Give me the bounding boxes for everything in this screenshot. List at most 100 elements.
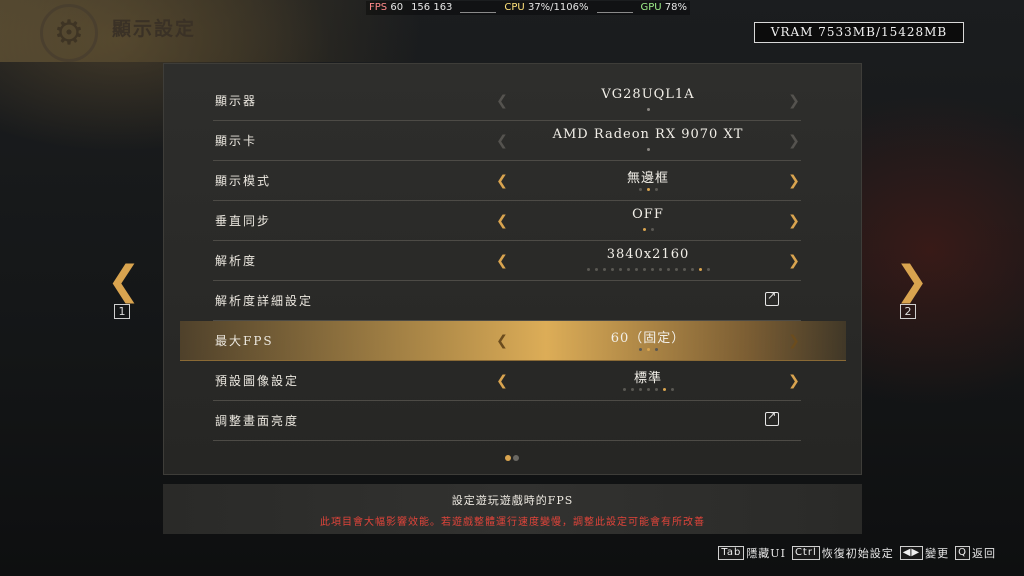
option-dot (654, 388, 658, 391)
hint-item[interactable]: ◀▶ 變更 (899, 545, 950, 561)
gear-icon: ⚙ (40, 4, 98, 62)
setting-value: VG28UQL1A (601, 87, 695, 102)
key-badge: Tab (718, 546, 745, 560)
hint-label: 變更 (925, 547, 950, 560)
decrease-arrow-icon[interactable]: ❮ (495, 93, 509, 109)
setting-label: 顯示卡 (215, 134, 258, 148)
option-dot (646, 388, 650, 391)
description-text: 設定遊玩遊戲時的FPS (451, 494, 574, 507)
vram-usage-box: VRAM 7533MB/15428MB (754, 22, 964, 43)
decrease-arrow-icon[interactable]: ❮ (495, 253, 509, 269)
option-dot (594, 268, 598, 271)
frametime-graph (460, 3, 497, 13)
option-dot (674, 268, 678, 271)
decrease-arrow-icon[interactable]: ❮ (495, 213, 509, 229)
option-dot (586, 268, 590, 271)
decrease-arrow-icon[interactable]: ❮ (495, 373, 509, 389)
option-dot (626, 268, 630, 271)
setting-value: 60（固定） (610, 331, 686, 346)
option-dot (646, 108, 650, 111)
setting-value: 標準 (633, 371, 662, 386)
setting-label: 解析度詳細設定 (215, 294, 314, 308)
setting-value: 無邊框 (626, 171, 669, 186)
description-box: 設定遊玩遊戲時的FPS 此項目會大幅影響效能。若遊戲整體運行速度變慢，調整此設定… (163, 484, 862, 534)
setting-label: 預設圖像設定 (215, 374, 300, 388)
setting-row[interactable]: 顯示模式 ❮ ❯ 無邊框 (213, 161, 801, 201)
cpu-graph (596, 3, 633, 13)
option-dot (682, 268, 686, 271)
option-dot (646, 148, 650, 151)
increase-arrow-icon[interactable]: ❯ (787, 93, 801, 109)
increase-arrow-icon[interactable]: ❯ (787, 373, 801, 389)
option-dot (646, 348, 650, 351)
option-dot (638, 348, 642, 351)
option-dot (650, 228, 654, 231)
option-dot (654, 348, 658, 351)
hint-item[interactable]: Q 返回 (955, 545, 996, 561)
increase-arrow-icon[interactable]: ❯ (787, 333, 801, 349)
frametime-readout: 156 163 (411, 2, 453, 13)
option-dot (610, 268, 614, 271)
decrease-arrow-icon[interactable]: ❮ (495, 173, 509, 189)
open-external-icon[interactable] (765, 409, 779, 426)
option-dot (602, 268, 606, 271)
setting-row[interactable]: 顯示卡 ❮ ❯ AMD Radeon RX 9070 XT (213, 121, 801, 161)
setting-label: 調整畫面亮度 (215, 414, 300, 428)
setting-value: 3840x2160 (606, 247, 690, 262)
option-dots (509, 268, 787, 271)
setting-label: 顯示器 (215, 94, 258, 108)
option-dot (642, 228, 646, 231)
prev-page-arrow-icon[interactable]: ❮ (107, 261, 141, 301)
increase-arrow-icon[interactable]: ❯ (787, 253, 801, 269)
fps-readout: FPS 60 (369, 2, 404, 13)
setting-label: 最大FPS (215, 334, 274, 348)
key-badge: Ctrl (791, 546, 820, 560)
page-title: 顯示設定 (112, 18, 197, 40)
hint-item[interactable]: Ctrl 恢復初始設定 (791, 545, 894, 561)
increase-arrow-icon[interactable]: ❯ (787, 213, 801, 229)
option-dot (650, 268, 654, 271)
setting-label: 解析度 (215, 254, 258, 268)
increase-arrow-icon[interactable]: ❯ (787, 173, 801, 189)
option-dot (706, 268, 710, 271)
setting-row[interactable]: 預設圖像設定 ❮ ❯ 標準 (213, 361, 801, 401)
open-external-icon[interactable] (765, 289, 779, 306)
setting-row[interactable]: 解析度 ❮ ❯ 3840x2160 (213, 241, 801, 281)
setting-value: AMD Radeon RX 9070 XT (552, 127, 744, 142)
option-dot (630, 388, 634, 391)
decrease-arrow-icon[interactable]: ❮ (495, 333, 509, 349)
settings-list: 顯示器 ❮ ❯ VG28UQL1A 顯示卡 ❮ ❯ AMD Radeon RX 9070 XT… (180, 81, 846, 441)
control-hints: Tab 隱藏UI Ctrl 恢復初始設定 ◀▶ 變更 Q 返回 (718, 545, 996, 561)
increase-arrow-icon[interactable]: ❯ (787, 133, 801, 149)
setting-row[interactable]: 垂直同步 ❮ ❯ OFF (213, 201, 801, 241)
cpu-readout: CPU 37%/1106% (504, 2, 589, 13)
next-page-key: 2 (900, 304, 916, 319)
option-dots (509, 108, 787, 111)
option-dot (638, 388, 642, 391)
option-dots (509, 348, 787, 351)
setting-row[interactable]: 顯示器 ❮ ❯ VG28UQL1A (213, 81, 801, 121)
key-badge: ◀▶ (899, 546, 924, 560)
warning-text: 此項目會大幅影響效能。若遊戲整體運行速度變慢，調整此設定可能會有所改善 (320, 517, 705, 528)
next-page-arrow-icon[interactable]: ❯ (895, 261, 929, 301)
settings-panel: 顯示器 ❮ ❯ VG28UQL1A 顯示卡 ❮ ❯ AMD Radeon RX 9070 XT… (163, 63, 862, 475)
option-dot (662, 388, 666, 391)
page-indicator (504, 455, 520, 461)
prev-page-key: 1 (114, 304, 130, 319)
option-dot (646, 188, 650, 191)
option-dots (509, 188, 787, 191)
setting-row[interactable]: 最大FPS ❮ ❯ 60（固定） (180, 321, 846, 361)
hint-item[interactable]: Tab 隱藏UI (718, 545, 786, 561)
key-badge: Q (955, 546, 970, 560)
decrease-arrow-icon[interactable]: ❮ (495, 133, 509, 149)
option-dot (698, 268, 702, 271)
setting-label: 顯示模式 (215, 174, 272, 188)
performance-overlay: FPS 60 156 163 CPU 37%/1106% GPU 78% (366, 1, 691, 15)
setting-row[interactable]: 解析度詳細設定 (213, 281, 801, 321)
title-banner: ⚙ 顯示設定 (0, 0, 420, 62)
option-dot (634, 268, 638, 271)
option-dots (509, 148, 787, 151)
option-dots (509, 228, 787, 231)
setting-row[interactable]: 調整畫面亮度 (213, 401, 801, 441)
hint-label: 返回 (972, 547, 996, 560)
